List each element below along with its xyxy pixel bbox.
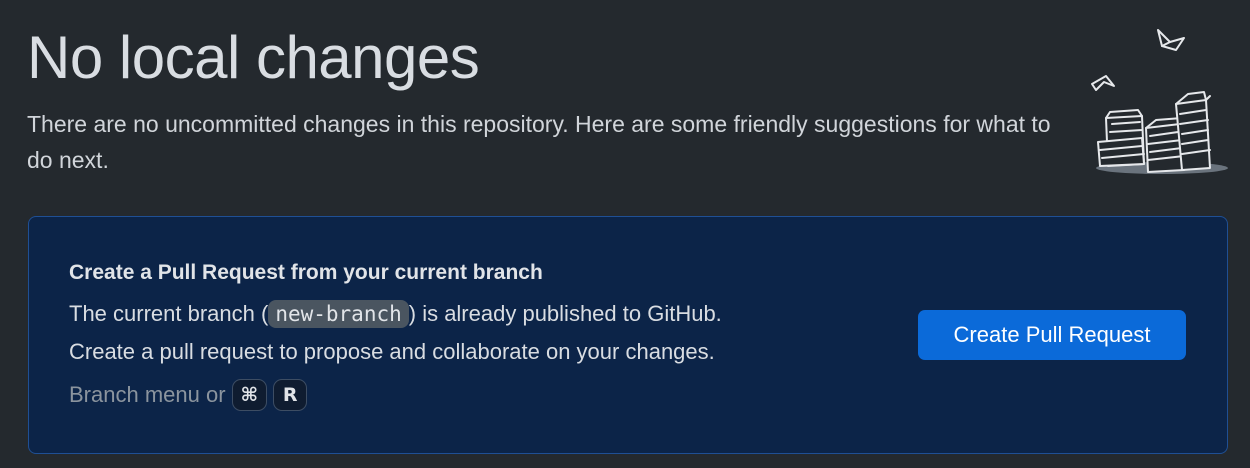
no-changes-view: No local changes There are no uncommitte… — [0, 0, 1250, 468]
description-before: The current branch ( — [69, 301, 269, 326]
page-description: There are no uncommitted changes in this… — [27, 111, 1051, 173]
suggestion-title: Create a Pull Request from your current … — [69, 261, 543, 284]
branch-name: new-branch — [268, 300, 409, 328]
r-key: R — [273, 379, 308, 411]
command-key: ⌘ — [231, 379, 268, 411]
suggestion-description: The current branch (new-branch) is alrea… — [69, 295, 722, 370]
paper-stacks-icon — [1091, 29, 1228, 174]
create-pull-request-button[interactable]: Create Pull Request — [918, 310, 1186, 360]
keyboard-shortcut-hint: Branch menu or ⌘ R — [69, 379, 308, 411]
create-pull-request-suggestion: Create a Pull Request from your current … — [28, 216, 1228, 454]
description-line-2: Create a pull request to propose and col… — [69, 339, 715, 364]
description-after: ) is already published to GitHub. — [408, 301, 722, 326]
description-line-1: The current branch (new-branch) is alrea… — [69, 295, 722, 333]
page-title: No local changes — [27, 24, 480, 91]
shortcut-label: Branch menu or — [69, 382, 226, 407]
